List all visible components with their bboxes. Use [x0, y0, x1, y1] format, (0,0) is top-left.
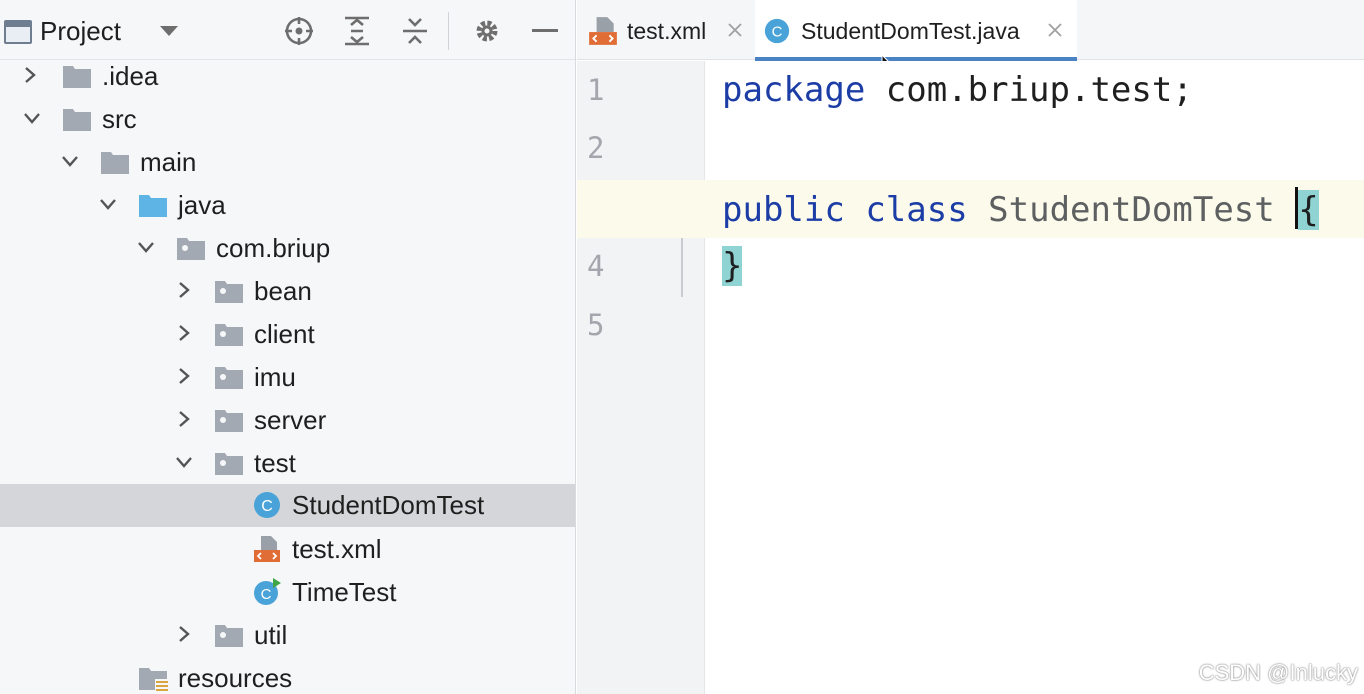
java-class-icon: C — [252, 490, 282, 520]
xml-file-icon — [252, 534, 282, 564]
tree-item-label: TimeTest — [292, 577, 397, 607]
tree-item-idea[interactable]: .idea — [0, 55, 575, 98]
source-folder-icon — [138, 190, 168, 220]
keyword-class: class — [865, 190, 968, 230]
line-number: 2 — [587, 131, 605, 165]
keyword-public: public — [722, 190, 845, 230]
code-line-1[interactable]: package com.briup.test; — [722, 70, 1193, 110]
watermark: CSDN @Inlucky — [1198, 660, 1358, 685]
tree-item-label: bean — [254, 276, 312, 306]
tree-item-label: resources — [178, 663, 293, 693]
tree-item-bean[interactable]: bean — [0, 270, 575, 313]
chevron-right-icon[interactable] — [174, 624, 194, 644]
package-icon — [214, 362, 244, 392]
tree-item-util[interactable]: util — [0, 614, 575, 657]
svg-text:C: C — [772, 24, 783, 41]
tree-item-test-xml[interactable]: test.xml — [0, 528, 575, 571]
chevron-down-icon[interactable] — [60, 151, 80, 171]
package-icon — [214, 276, 244, 306]
project-title[interactable]: Project — [40, 16, 121, 47]
tree-item-imu[interactable]: imu — [0, 356, 575, 399]
package-icon — [214, 448, 244, 478]
tree-item-test[interactable]: test — [0, 442, 575, 485]
svg-text:C: C — [261, 498, 273, 515]
header-separator — [448, 12, 449, 50]
line-number: 1 — [587, 73, 605, 107]
package-name: com.briup.test; — [865, 70, 1193, 110]
line-number: 4 — [587, 249, 605, 283]
svg-text:C: C — [261, 586, 272, 603]
chevron-down-icon[interactable] — [136, 237, 156, 257]
tree-item-label: server — [254, 405, 327, 435]
tree-item-resources[interactable]: resources — [0, 657, 575, 694]
xml-file-icon — [587, 15, 619, 52]
code-editor[interactable]: package com.briup.test; public class Stu… — [577, 61, 1364, 694]
chevron-right-icon[interactable] — [20, 65, 40, 85]
tree-item-client[interactable]: client — [0, 313, 575, 356]
tab-label: StudentDomTest.java — [801, 18, 1020, 44]
keyword-package: package — [722, 70, 866, 110]
close-icon[interactable] — [1045, 20, 1065, 40]
package-icon — [214, 319, 244, 349]
tree-item-server[interactable]: server — [0, 399, 575, 442]
hide-panel-icon[interactable] — [528, 14, 562, 48]
project-window-icon — [4, 20, 32, 44]
package-icon — [176, 233, 206, 263]
java-runnable-class-icon: C — [252, 577, 282, 607]
code-line-4[interactable]: } — [722, 246, 743, 286]
project-panel: Project .idea src main java com.briup be… — [0, 0, 576, 694]
tree-item-src[interactable]: src — [0, 98, 575, 141]
chevron-down-icon[interactable] — [22, 108, 42, 128]
tab-label: test.xml — [627, 18, 707, 44]
collapse-all-icon[interactable] — [398, 14, 432, 48]
editor-tab-bar: test.xml C StudentDomTest.java — [577, 0, 1364, 75]
close-icon[interactable] — [725, 20, 745, 40]
chevron-right-icon[interactable] — [174, 323, 194, 343]
open-brace: { — [1298, 190, 1319, 230]
gear-icon[interactable] — [470, 14, 504, 48]
chevron-down-icon[interactable] — [98, 194, 118, 214]
java-class-icon: C — [763, 17, 791, 50]
tab-test-xml[interactable]: test.xml — [577, 0, 755, 60]
tree-item-studentdomtest[interactable]: C StudentDomTest — [0, 484, 575, 527]
tree-item-label: .idea — [102, 61, 159, 91]
chevron-right-icon[interactable] — [174, 409, 194, 429]
tree-item-label: imu — [254, 362, 296, 392]
package-icon — [214, 405, 244, 435]
tree-item-com-briup[interactable]: com.briup — [0, 227, 575, 270]
tree-item-main[interactable]: main — [0, 141, 575, 184]
tree-item-timetest[interactable]: C TimeTest — [0, 571, 575, 614]
tree-item-label: StudentDomTest — [292, 490, 485, 520]
class-name: StudentDomTest — [988, 190, 1275, 230]
tree-item-label: com.briup — [216, 233, 331, 263]
project-panel-header: Project — [0, 0, 575, 60]
expand-all-icon[interactable] — [340, 14, 374, 48]
chevron-right-icon[interactable] — [174, 366, 194, 386]
tree-item-label: java — [178, 190, 226, 220]
locate-file-icon[interactable] — [282, 14, 316, 48]
dropdown-arrow-icon[interactable] — [152, 14, 186, 48]
folder-icon — [62, 61, 92, 91]
chevron-down-icon[interactable] — [174, 452, 194, 472]
folder-icon — [62, 104, 92, 134]
package-icon — [214, 620, 244, 650]
code-line-3[interactable]: public class StudentDomTest { — [722, 187, 1319, 230]
tree-item-label: src — [102, 104, 137, 134]
line-number: 5 — [587, 308, 605, 342]
tree-item-label: test.xml — [292, 534, 382, 564]
editor-gutter: 1 2 3 4 5 — [577, 61, 705, 694]
resources-folder-icon — [138, 663, 169, 693]
tree-item-label: client — [254, 319, 315, 349]
folder-icon — [100, 147, 130, 177]
tree-item-java[interactable]: java — [0, 184, 575, 227]
tree-item-label: util — [254, 620, 288, 650]
tree-item-label: main — [140, 147, 197, 177]
chevron-right-icon[interactable] — [174, 280, 194, 300]
tree-item-label: test — [254, 448, 296, 478]
tab-studentdomtest-java[interactable]: C StudentDomTest.java — [755, 0, 1077, 61]
close-brace: } — [722, 246, 743, 286]
